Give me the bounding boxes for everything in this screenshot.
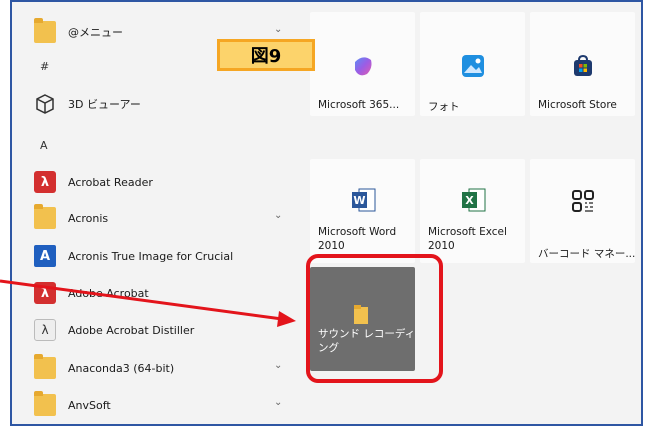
section-header-a[interactable]: A [40,139,48,152]
chevron-down-icon[interactable]: ⌄ [274,360,282,371]
adobe-acrobat-icon: λ [34,282,56,304]
tile-label: フォト [428,101,460,113]
start-menu-panel: @メニュー ⌄ # 3D ビューアー A λ Acrobat Reader Ac… [10,0,643,426]
acrobat-reader-icon: λ [34,171,56,193]
excel-icon: X [461,187,486,212]
chevron-down-icon[interactable]: ⌄ [274,397,282,408]
figure-callout: 図9 [217,39,315,71]
tile-photos[interactable]: フォト [420,12,525,116]
chevron-down-icon[interactable]: ⌄ [274,24,282,35]
list-item-adobe-acrobat[interactable]: λ Adobe Acrobat [12,275,304,311]
list-item-label: Adobe Acrobat [68,286,149,300]
chevron-down-icon[interactable]: ⌄ [274,210,282,221]
tile-label: バーコード マネー... [538,248,636,260]
list-item-acronis-true-image[interactable]: A Acronis True Image for Crucial [12,238,304,274]
tile-label: Microsoft Store [538,99,617,111]
store-icon [571,54,595,78]
microsoft-365-icon [351,54,375,78]
list-item-acrobat-distiller[interactable]: λ Adobe Acrobat Distiller [12,312,304,348]
tile-label: Microsoft 365... [318,99,400,111]
word-icon: W [351,187,376,212]
tile-microsoft-365[interactable]: Microsoft 365... [310,12,415,116]
folder-icon [34,354,56,379]
list-item-anaconda[interactable]: Anaconda3 (64-bit) ⌄ [12,350,304,386]
tile-barcode-manager[interactable]: バーコード マネー... [530,159,635,263]
barcode-icon [571,189,595,213]
section-header-hash[interactable]: # [40,60,49,73]
photos-icon [461,54,485,78]
cube-icon [34,93,56,115]
tile-microsoft-store[interactable]: Microsoft Store [530,12,635,116]
list-item-label: Anaconda3 (64-bit) [68,361,175,375]
list-item-label: @メニュー [68,26,123,39]
list-item-anvsoft[interactable]: AnvSoft ⌄ [12,387,304,423]
list-item-label: 3D ビューアー [68,98,141,111]
list-item-label: AnvSoft [68,398,111,412]
folder-icon [34,391,56,416]
acronis-icon: A [34,245,56,267]
list-item-acrobat-reader[interactable]: λ Acrobat Reader [12,164,304,200]
folder-icon [34,204,56,229]
list-item-label: Acronis [68,211,109,225]
folder-icon [34,18,56,43]
acrobat-distiller-icon: λ [34,319,56,341]
tile-microsoft-excel[interactable]: X Microsoft Excel 2010 [420,159,525,263]
tile-microsoft-word[interactable]: W Microsoft Word 2010 [310,159,415,263]
highlight-ring [306,254,443,383]
list-item-label: Acrobat Reader [68,175,153,189]
list-item-label: Acronis True Image for Crucial [68,249,234,263]
list-item-acronis[interactable]: Acronis ⌄ [12,200,304,236]
list-item-3d-viewer[interactable]: 3D ビューアー [12,86,304,122]
svg-text:X: X [465,194,474,207]
svg-text:W: W [353,194,365,207]
list-item-label: Adobe Acrobat Distiller [68,323,195,337]
tile-label: Microsoft Word 2010 [318,226,397,252]
tile-label: Microsoft Excel 2010 [428,226,507,252]
